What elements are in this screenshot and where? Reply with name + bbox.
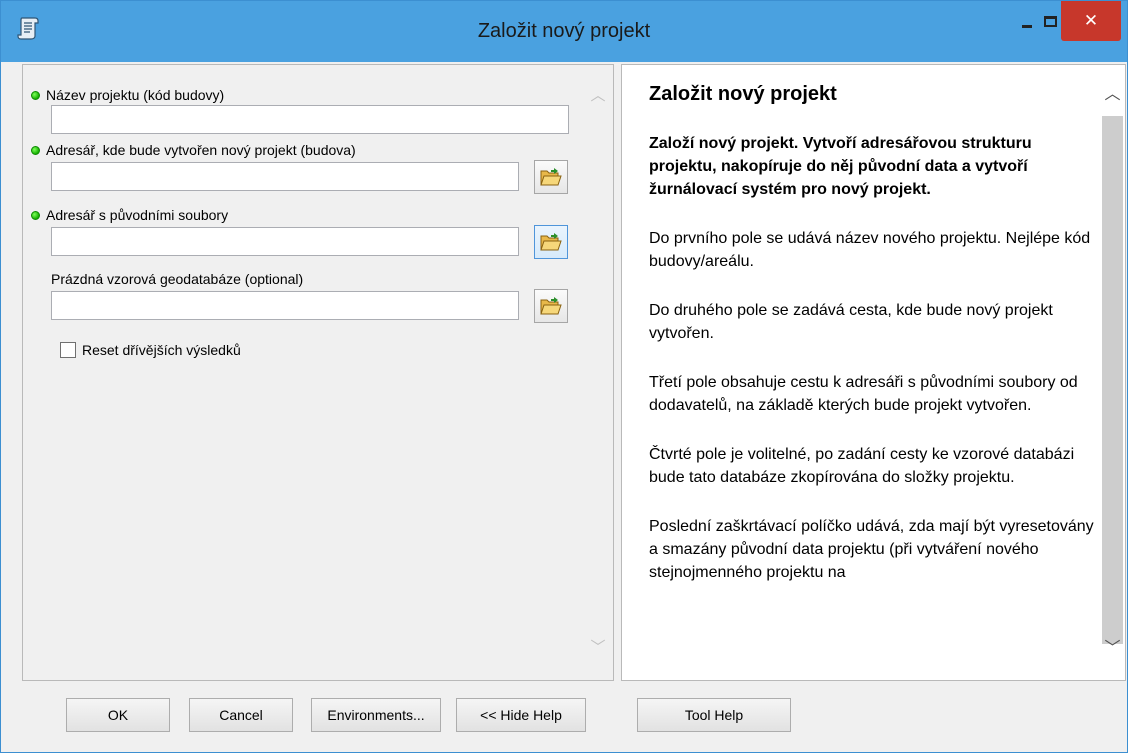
scroll-up-icon[interactable]: ︿ — [1100, 83, 1125, 105]
help-paragraph: Poslední zaškrtávací políčko udává, zda … — [649, 518, 1094, 581]
title-bar[interactable]: Založit nový projekt ✕ — [1, 1, 1127, 62]
environments-button[interactable]: Environments... — [311, 698, 441, 732]
folder-open-icon — [540, 297, 562, 315]
reset-results-checkbox[interactable] — [60, 342, 76, 358]
scroll-up-icon[interactable]: ︿ — [588, 85, 608, 105]
field-label-project-folder: Adresář, kde bude vytvořen nový projekt … — [31, 142, 356, 158]
required-dot-icon — [31, 210, 40, 220]
tool-help-button[interactable]: Tool Help — [637, 698, 791, 732]
source-folder-input[interactable] — [51, 227, 519, 256]
browse-source-folder-button[interactable] — [534, 225, 568, 259]
scroll-down-icon[interactable]: ﹀ — [588, 637, 608, 657]
field-label-text: Adresář, kde bude vytvořen nový projekt … — [46, 142, 356, 158]
reset-results-option[interactable]: Reset dřívějších výsledků — [60, 342, 241, 358]
help-paragraph: Do druhého pole se zadává cesta, kde bud… — [649, 302, 1053, 342]
required-dot-icon — [31, 145, 40, 155]
browse-project-folder-button[interactable] — [534, 160, 568, 194]
maximize-icon — [1043, 15, 1057, 27]
help-pane: Založit nový projekt Založí nový projekt… — [621, 64, 1126, 681]
help-paragraph: Do prvního pole se udává název nového pr… — [649, 230, 1091, 270]
hide-help-button[interactable]: << Hide Help — [456, 698, 586, 732]
browse-template-gdb-button[interactable] — [534, 289, 568, 323]
field-label-project-name: Název projektu (kód budovy) — [31, 87, 224, 103]
help-content: Založit nový projekt Založí nový projekt… — [649, 75, 1099, 610]
required-dot-icon — [31, 90, 40, 100]
help-paragraph: Čtvrté pole je volitelné, po zadání cest… — [649, 446, 1075, 486]
field-label-source-folder: Adresář s původními soubory — [31, 207, 228, 223]
template-gdb-input[interactable] — [51, 291, 519, 320]
scroll-down-icon[interactable]: ﹀ — [1100, 637, 1125, 659]
ok-button[interactable]: OK — [66, 698, 170, 732]
project-name-input[interactable] — [51, 105, 569, 134]
field-label-text: Název projektu (kód budovy) — [46, 87, 225, 103]
dialog-window: Založit nový projekt ✕ Název projektu (k… — [0, 0, 1128, 753]
field-label-text: Prázdná vzorová geodatabáze (optional) — [51, 271, 304, 287]
help-scrollbar[interactable]: ︿ ﹀ — [1100, 65, 1125, 680]
reset-results-label: Reset dřívějších výsledků — [82, 342, 241, 358]
help-summary: Založí nový projekt. Vytvoří adresářovou… — [649, 135, 1032, 198]
cancel-button[interactable]: Cancel — [189, 698, 293, 732]
folder-open-icon — [540, 168, 562, 186]
field-label-template-gdb: Prázdná vzorová geodatabáze (optional) — [51, 271, 303, 287]
window-title: Založit nový projekt — [477, 20, 651, 42]
close-icon: ✕ — [1083, 11, 1099, 31]
help-title: Založit nový projekt — [649, 83, 837, 105]
folder-open-icon — [540, 233, 562, 251]
help-paragraph: Třetí pole obsahuje cestu k adresáři s p… — [649, 374, 1078, 414]
field-label-text: Adresář s původními soubory — [46, 207, 229, 223]
close-button[interactable]: ✕ — [1061, 1, 1121, 41]
help-scroll-thumb[interactable] — [1102, 116, 1123, 644]
parameters-pane: Název projektu (kód budovy) Adresář, kde… — [22, 64, 614, 681]
project-folder-input[interactable] — [51, 162, 519, 191]
